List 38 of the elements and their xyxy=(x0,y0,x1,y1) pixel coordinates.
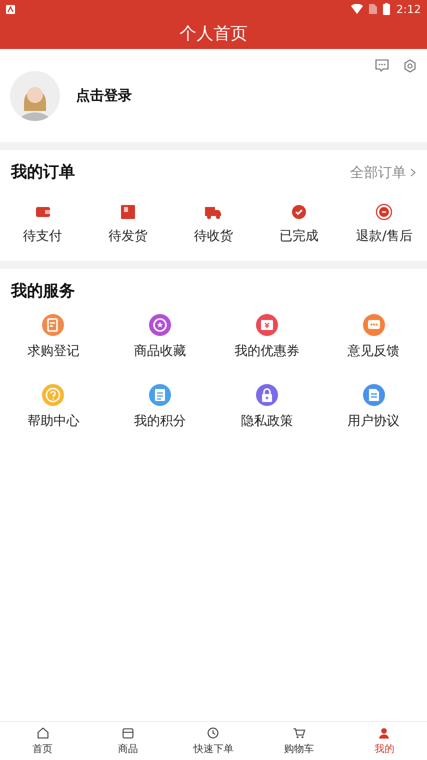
order-status-button[interactable]: 退款/售后 xyxy=(342,203,427,245)
service-button[interactable]: 意见反馈 xyxy=(320,314,427,360)
tab-bar-item[interactable]: 购物车 xyxy=(256,722,342,760)
notification-icon xyxy=(6,4,15,14)
sim-icon xyxy=(369,4,378,14)
service-button[interactable]: 我的优惠券 xyxy=(214,314,320,360)
section-title: 我的服务 xyxy=(11,281,75,302)
settings-icon[interactable] xyxy=(403,59,417,73)
battery-icon xyxy=(383,3,390,15)
service-button[interactable]: 商品收藏 xyxy=(106,314,214,360)
home-icon xyxy=(36,726,50,740)
service-button[interactable]: 我的积分 xyxy=(106,384,214,430)
section-title: 我的订单 xyxy=(11,162,75,183)
person-icon xyxy=(377,726,392,740)
order-status-button[interactable]: 待支付 xyxy=(0,203,86,245)
message-icon[interactable] xyxy=(375,59,389,72)
service-button[interactable]: 隐私政策 xyxy=(214,384,320,430)
service-button[interactable]: 求购登记 xyxy=(0,314,107,360)
check-circle-icon xyxy=(290,203,308,221)
login-link[interactable]: 点击登录 xyxy=(76,86,132,104)
tab-bar-item[interactable]: 快速下单 xyxy=(170,722,256,760)
tab-bar-item[interactable]: 商品 xyxy=(85,722,171,760)
store-icon xyxy=(121,726,136,740)
service-button[interactable]: 帮助中心 xyxy=(0,384,107,430)
clock-time: 2:12 xyxy=(396,2,421,16)
box-icon xyxy=(119,203,138,221)
chevron-icon xyxy=(410,168,416,177)
order-status-button[interactable]: 已完成 xyxy=(256,203,342,245)
tab-bar-item[interactable]: 首页 xyxy=(0,722,86,760)
order-status-button[interactable]: 待发货 xyxy=(85,203,171,245)
service-button[interactable]: 用户协议 xyxy=(320,384,427,430)
page-title: 个人首页 xyxy=(180,23,248,45)
clock-icon xyxy=(206,726,220,740)
order-status-button[interactable]: 待收货 xyxy=(170,203,256,245)
cart-icon xyxy=(292,726,306,740)
wifi-icon xyxy=(351,4,364,14)
all-orders-link[interactable]: 全部订单 xyxy=(350,164,416,182)
tab-bar-item[interactable]: 我的 xyxy=(342,722,427,760)
